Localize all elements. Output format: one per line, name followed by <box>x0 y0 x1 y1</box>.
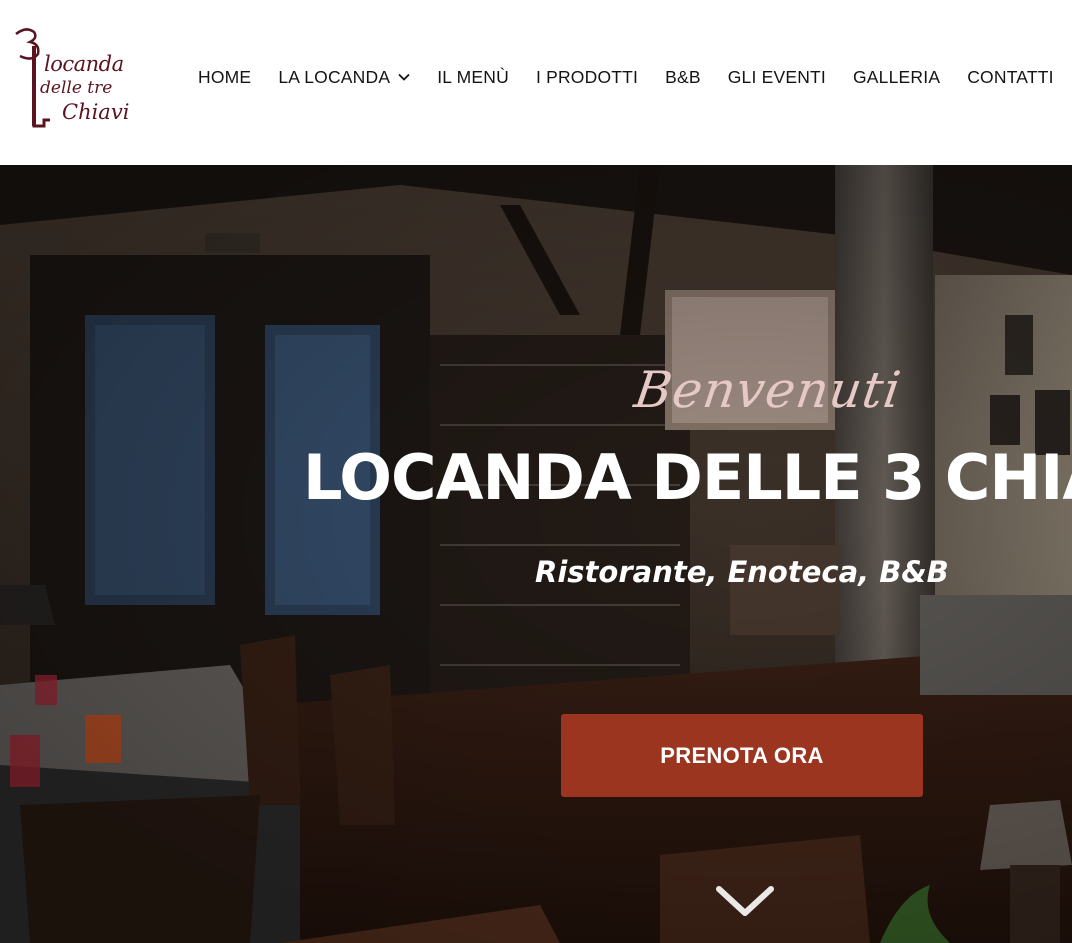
nav-item-label: I PRODOTTI <box>535 66 639 87</box>
nav-item-home[interactable]: HOME <box>198 67 251 88</box>
chevron-down-icon <box>398 73 410 81</box>
chevron-down-icon[interactable] <box>715 883 775 919</box>
nav-item-label: CONTATTI <box>967 66 1054 87</box>
nav-item-label: LA LOCANDA <box>278 66 391 87</box>
nav-item-label: IL MENÙ <box>437 66 509 87</box>
hero-welcome-script: Benvenuti <box>630 361 905 419</box>
hero-subtitle: Ristorante, Enoteca, B&B <box>535 555 949 589</box>
nav-item-label: GLI EVENTI <box>727 66 826 87</box>
hero-section: Benvenuti LOCANDA DELLE 3 CHIAVI Ristora… <box>0 165 1072 943</box>
page: locanda delle tre Chiavi HOME LA LOCANDA… <box>0 0 1072 943</box>
logo-text-line1: locanda <box>44 52 124 76</box>
site-header: locanda delle tre Chiavi HOME LA LOCANDA… <box>0 0 1072 165</box>
hero-darken-overlay <box>0 165 1072 943</box>
site-logo[interactable]: locanda delle tre Chiavi <box>10 24 129 130</box>
nav-item-label: GALLERIA <box>853 66 941 87</box>
nav-item-galleria[interactable]: GALLERIA <box>853 67 940 88</box>
nav-item-label: HOME <box>198 66 252 87</box>
logo-text-line2: delle tre <box>40 78 113 98</box>
main-nav: HOME LA LOCANDA IL MENÙ I PRODOTTI B&B G… <box>198 64 1072 90</box>
nav-item-contatti[interactable]: CONTATTI <box>967 67 1054 88</box>
nav-item-gli-eventi[interactable]: GLI EVENTI <box>728 67 826 88</box>
nav-item-la-locanda[interactable]: LA LOCANDA <box>278 67 410 88</box>
nav-item-i-prodotti[interactable]: I PRODOTTI <box>536 67 638 88</box>
hero-title: LOCANDA DELLE 3 CHIAVI <box>303 441 1072 514</box>
nav-item-il-menu[interactable]: IL MENÙ <box>437 67 509 88</box>
nav-item-label: B&B <box>665 66 701 87</box>
logo-text-line3: Chiavi <box>62 100 130 124</box>
nav-item-bnb[interactable]: B&B <box>665 67 701 88</box>
book-now-button[interactable]: PRENOTA ORA <box>561 714 923 797</box>
